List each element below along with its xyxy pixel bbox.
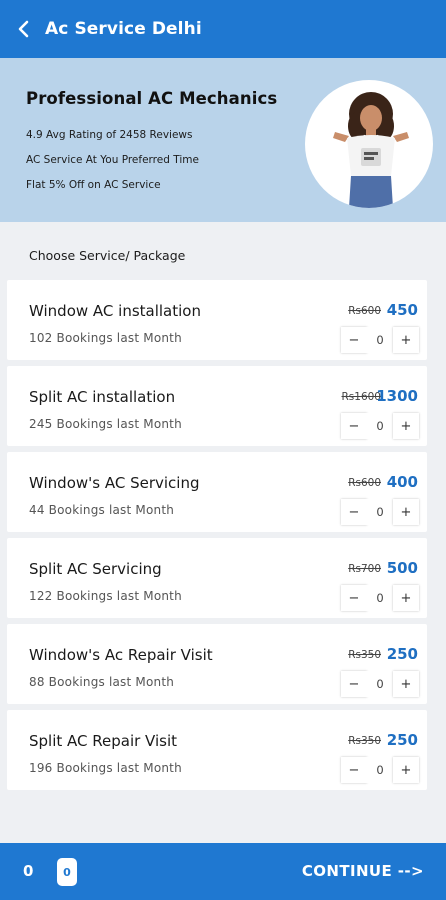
service-bookings: 88 Bookings last Month — [29, 675, 175, 689]
hero-offer-text: Flat 5% Off on AC Service — [26, 179, 161, 191]
service-bookings: 196 Bookings last Month — [29, 761, 182, 775]
hero-rating-text: 4.9 Avg Rating of 2458 Reviews — [26, 129, 193, 141]
service-name: Split AC installation — [29, 388, 176, 406]
service-bookings: 245 Bookings last Month — [29, 417, 182, 431]
cart-badge: 0 — [57, 858, 77, 886]
decrement-button[interactable]: − — [341, 585, 367, 611]
decrement-button[interactable]: − — [341, 757, 367, 783]
service-bookings: 44 Bookings last Month — [29, 503, 175, 517]
service-old-price: Rs1600 — [341, 391, 382, 403]
woman-avatar-icon — [305, 80, 433, 208]
service-price: 400 — [386, 473, 418, 491]
quantity-stepper: − 0 + — [341, 757, 419, 783]
quantity-value: 0 — [367, 413, 393, 439]
increment-button[interactable]: + — [393, 413, 419, 439]
service-old-price: Rs350 — [348, 735, 381, 747]
increment-button[interactable]: + — [393, 585, 419, 611]
service-old-price: Rs600 — [348, 477, 381, 489]
service-card-split-ac-repair-visit: Split AC Repair Visit 196 Bookings last … — [7, 710, 427, 790]
quantity-stepper: − 0 + — [341, 671, 419, 697]
service-card-window-ac-servicing: Window's AC Servicing 44 Bookings last M… — [7, 452, 427, 532]
service-old-price: Rs600 — [348, 305, 381, 317]
choose-service-label: Choose Service/ Package — [29, 248, 186, 263]
service-price: 500 — [386, 559, 418, 577]
cart-count: 0 — [23, 862, 34, 880]
quantity-stepper: − 0 + — [341, 499, 419, 525]
service-bookings: 122 Bookings last Month — [29, 589, 182, 603]
service-price: 1300 — [376, 387, 418, 405]
service-card-split-ac-servicing: Split AC Servicing 122 Bookings last Mon… — [7, 538, 427, 618]
decrement-button[interactable]: − — [341, 327, 367, 353]
service-card-window-ac-installation: Window AC installation 102 Bookings last… — [7, 280, 427, 360]
back-arrow-icon[interactable] — [14, 20, 32, 38]
service-card-window-ac-repair-visit: Window's Ac Repair Visit 88 Bookings las… — [7, 624, 427, 704]
bottom-action-bar: 0 0 CONTINUE --> — [0, 843, 446, 900]
service-price: 450 — [386, 301, 418, 319]
service-name: Split AC Repair Visit — [29, 732, 178, 750]
decrement-button[interactable]: − — [341, 413, 367, 439]
increment-button[interactable]: + — [393, 327, 419, 353]
service-name: Window AC installation — [29, 302, 201, 320]
service-price: 250 — [386, 645, 418, 663]
service-name: Window's AC Servicing — [29, 474, 200, 492]
quantity-value: 0 — [367, 499, 393, 525]
service-old-price: Rs700 — [348, 563, 381, 575]
quantity-value: 0 — [367, 327, 393, 353]
service-price: 250 — [386, 731, 418, 749]
service-old-price: Rs350 — [348, 649, 381, 661]
hero-time-text: AC Service At You Preferred Time — [26, 154, 199, 166]
top-app-bar: Ac Service Delhi — [0, 0, 446, 58]
hero-banner: Professional AC Mechanics 4.9 Avg Rating… — [0, 58, 446, 222]
quantity-stepper: − 0 + — [341, 413, 419, 439]
increment-button[interactable]: + — [393, 499, 419, 525]
increment-button[interactable]: + — [393, 671, 419, 697]
quantity-stepper: − 0 + — [341, 327, 419, 353]
decrement-button[interactable]: − — [341, 671, 367, 697]
quantity-stepper: − 0 + — [341, 585, 419, 611]
quantity-value: 0 — [367, 757, 393, 783]
service-bookings: 102 Bookings last Month — [29, 331, 182, 345]
service-name: Window's Ac Repair Visit — [29, 646, 213, 664]
service-name: Split AC Servicing — [29, 560, 162, 578]
hero-heading: Professional AC Mechanics — [26, 89, 278, 108]
increment-button[interactable]: + — [393, 757, 419, 783]
decrement-button[interactable]: − — [341, 499, 367, 525]
service-card-split-ac-installation: Split AC installation 245 Bookings last … — [7, 366, 427, 446]
quantity-value: 0 — [367, 671, 393, 697]
quantity-value: 0 — [367, 585, 393, 611]
page-title: Ac Service Delhi — [45, 19, 202, 39]
continue-button[interactable]: CONTINUE --> — [302, 862, 424, 880]
